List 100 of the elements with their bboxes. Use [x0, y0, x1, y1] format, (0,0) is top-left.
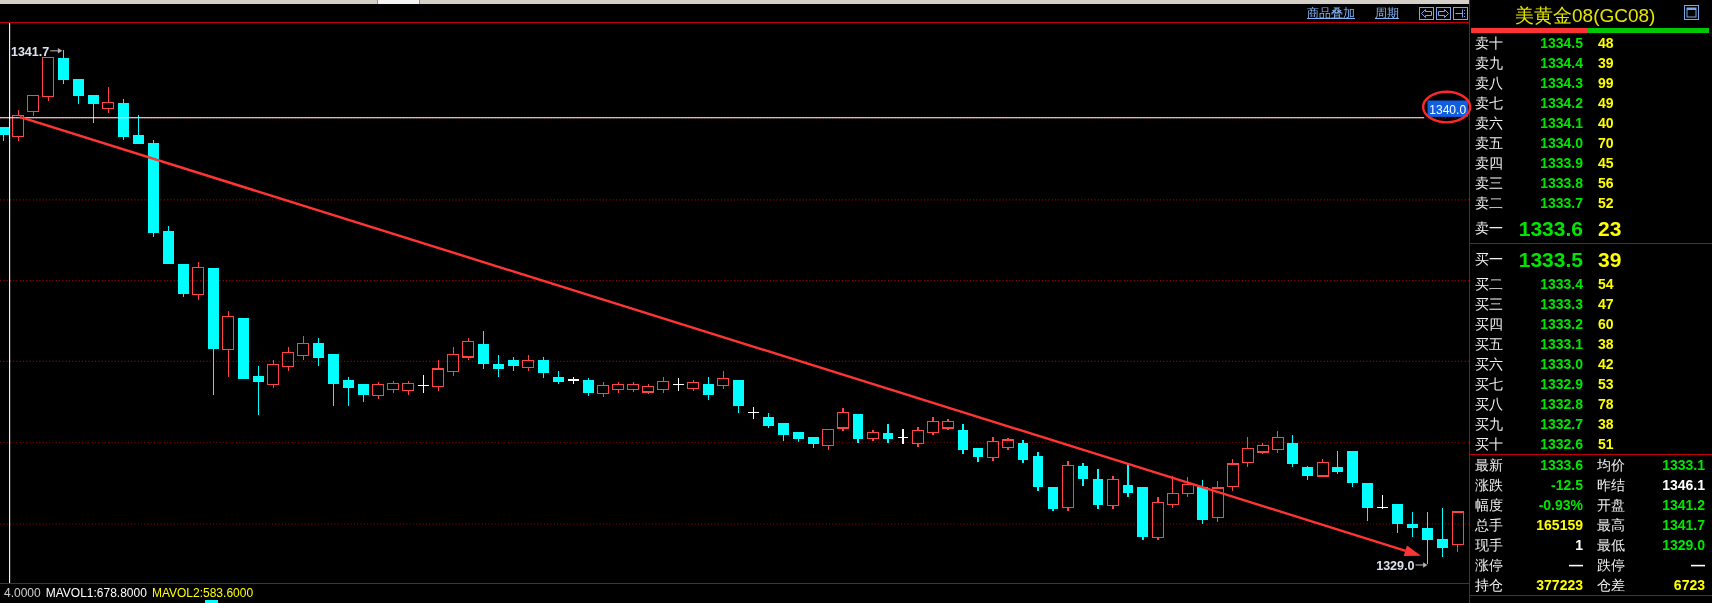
- pointer-arrow-icon: [49, 48, 63, 54]
- quote-value: 1329.0: [1662, 538, 1705, 552]
- order-volume: 56: [1598, 176, 1614, 190]
- order-level-label: 卖六: [1475, 116, 1503, 130]
- order-level-label: 卖三: [1475, 176, 1503, 190]
- indicator-value: MAVOL2:583.6000: [151, 587, 254, 599]
- instrument-title: 美黄金08(GC08): [1515, 5, 1656, 25]
- order-volume: 60: [1598, 317, 1614, 331]
- order-volume: 39: [1598, 56, 1614, 70]
- quote-value: -12.5: [1551, 478, 1583, 492]
- indicator-value: 4.0000: [4, 587, 41, 599]
- quote-label: 持仓: [1475, 578, 1503, 592]
- order-level-label: 买二: [1475, 277, 1503, 291]
- quote-value: 1346.1: [1662, 478, 1705, 492]
- order-volume: 54: [1598, 277, 1614, 291]
- order-level-label: 买八: [1475, 397, 1503, 411]
- order-price: 1334.2: [1540, 96, 1583, 110]
- quote-label: 幅度: [1475, 498, 1503, 512]
- quote-value: —: [1569, 558, 1583, 572]
- order-price: 1334.5: [1540, 36, 1583, 50]
- order-price: 1332.7: [1540, 417, 1583, 431]
- quote-label: 开盘: [1597, 498, 1625, 512]
- order-price: 1332.8: [1540, 397, 1583, 411]
- quote-label: 涨停: [1475, 558, 1503, 572]
- order-volume: 42: [1598, 357, 1614, 371]
- quote-label: 涨跌: [1475, 478, 1503, 492]
- left-arrow-icon: [1421, 8, 1432, 18]
- order-price: 1333.7: [1540, 196, 1583, 210]
- order-price: 1334.4: [1540, 56, 1583, 70]
- order-volume: 70: [1598, 136, 1614, 150]
- right-arrow-icon: [1438, 8, 1449, 18]
- quote-value: 1341.2: [1662, 498, 1705, 512]
- splitter-handle[interactable]: [377, 0, 420, 4]
- order-price: 1333.5: [1518, 248, 1583, 270]
- order-volume: 48: [1598, 36, 1614, 50]
- order-level-label: 买七: [1475, 377, 1503, 391]
- order-price: 1333.1: [1540, 337, 1583, 351]
- quote-label: 最高: [1597, 518, 1625, 532]
- quote-label: 最新: [1475, 458, 1503, 472]
- quote-value: 1: [1575, 538, 1583, 552]
- order-volume: 53: [1598, 377, 1614, 391]
- scroll-right-button[interactable]: [1436, 6, 1451, 20]
- layout-toggle-button[interactable]: [1453, 6, 1468, 20]
- quote-label: 昨结: [1597, 478, 1625, 492]
- order-level-label: 买三: [1475, 297, 1503, 311]
- toolbar-link[interactable]: 周期: [1375, 7, 1399, 19]
- quote-label: 仓差: [1597, 578, 1625, 592]
- maximize-icon[interactable]: [1684, 4, 1699, 20]
- order-price: 1334.3: [1540, 76, 1583, 90]
- order-volume: 40: [1598, 116, 1614, 130]
- quote-label: 总手: [1475, 518, 1503, 532]
- order-price: 1333.8: [1540, 176, 1583, 190]
- quote-value: —: [1691, 558, 1705, 572]
- order-level-label: 卖一: [1475, 221, 1503, 235]
- order-volume: 38: [1598, 337, 1614, 351]
- order-volume: 99: [1598, 76, 1614, 90]
- order-price: 1333.0: [1540, 357, 1583, 371]
- quote-label: 现手: [1475, 538, 1503, 552]
- order-level-label: 买一: [1475, 252, 1503, 266]
- order-level-label: 买九: [1475, 417, 1503, 431]
- order-price: 1334.1: [1540, 116, 1583, 130]
- order-volume: 47: [1598, 297, 1614, 311]
- volume-bar: [205, 600, 218, 603]
- order-price: 1333.6: [1518, 217, 1583, 239]
- order-volume: 23: [1598, 217, 1622, 239]
- order-price: 1333.9: [1540, 156, 1583, 170]
- quote-label: 跌停: [1597, 558, 1625, 572]
- order-price: 1333.2: [1540, 317, 1583, 331]
- order-price: 1332.6: [1540, 437, 1583, 451]
- quote-value: 377223: [1536, 578, 1583, 592]
- order-level-label: 买四: [1475, 317, 1503, 331]
- order-price: 1333.4: [1540, 277, 1583, 291]
- quote-value: 1333.1: [1662, 458, 1705, 472]
- order-level-label: 卖七: [1475, 96, 1503, 110]
- order-level-label: 买十: [1475, 437, 1503, 451]
- low-price-label: 1329.0: [1376, 558, 1415, 573]
- quote-value: 6723: [1673, 578, 1705, 592]
- crosshair-price-tag: 1340.0: [1427, 100, 1468, 117]
- order-price: 1333.3: [1540, 297, 1583, 311]
- split-panel-icon: [1455, 8, 1466, 18]
- order-volume: 45: [1598, 156, 1614, 170]
- quote-label: 均价: [1597, 458, 1625, 472]
- order-volume: 38: [1598, 417, 1614, 431]
- quote-label: 最低: [1597, 538, 1625, 552]
- order-level-label: 买五: [1475, 337, 1503, 351]
- order-price: 1334.0: [1540, 136, 1583, 150]
- order-level-label: 买六: [1475, 357, 1503, 371]
- quote-value: -0.93%: [1538, 498, 1583, 512]
- scroll-left-button[interactable]: [1419, 6, 1434, 20]
- order-level-label: 卖五: [1475, 136, 1503, 150]
- quote-value: 1333.6: [1540, 458, 1583, 472]
- order-level-label: 卖八: [1475, 76, 1503, 90]
- highlight-ellipse: [1421, 90, 1472, 124]
- toolbar-link[interactable]: 商品叠加: [1307, 7, 1355, 19]
- order-volume: 39: [1598, 248, 1622, 270]
- indicator-value: MAVOL1:678.8000: [45, 587, 147, 599]
- order-price: 1332.9: [1540, 377, 1583, 391]
- order-level-label: 卖二: [1475, 196, 1503, 210]
- order-volume: 49: [1598, 96, 1614, 110]
- order-level-label: 卖十: [1475, 36, 1503, 50]
